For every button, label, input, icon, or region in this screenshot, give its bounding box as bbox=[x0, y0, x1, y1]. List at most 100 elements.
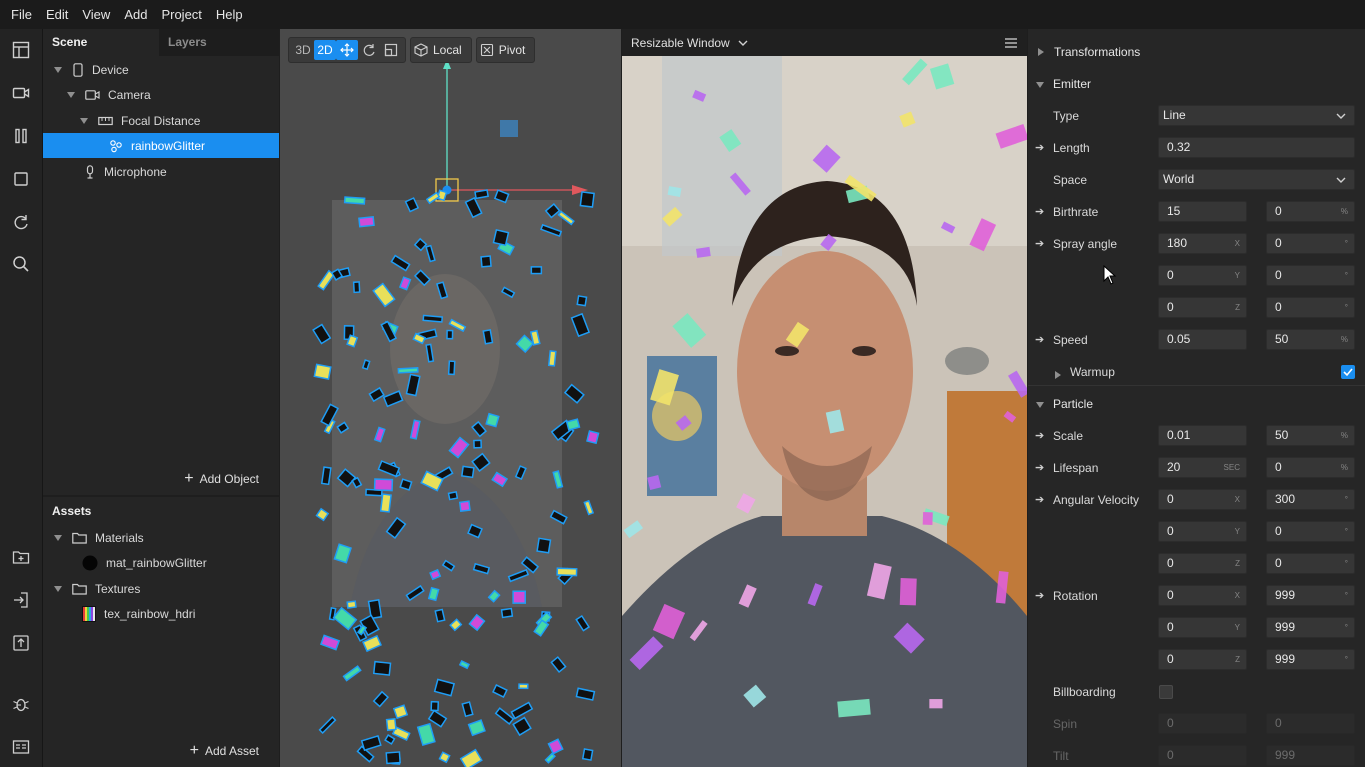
particle-shape bbox=[449, 618, 463, 632]
keyframe-arrow-icon[interactable]: ➔ bbox=[1035, 141, 1044, 154]
speed-input[interactable]: 0.05 bbox=[1158, 329, 1247, 350]
refresh-icon[interactable] bbox=[8, 209, 34, 235]
section-emitter[interactable]: Emitter bbox=[1028, 70, 1365, 98]
tree-item-camera[interactable]: Camera bbox=[43, 82, 279, 107]
expanded-triangle-icon[interactable] bbox=[1036, 77, 1044, 91]
layout-icon[interactable] bbox=[8, 37, 34, 63]
keyframe-arrow-icon[interactable]: ➔ bbox=[1035, 205, 1044, 218]
keyframe-arrow-icon[interactable]: ➔ bbox=[1035, 333, 1044, 346]
menu-project[interactable]: Project bbox=[154, 0, 208, 29]
expand-triangle-icon[interactable] bbox=[80, 117, 88, 124]
move-tool-icon[interactable] bbox=[336, 40, 358, 60]
type-dropdown[interactable]: Line bbox=[1158, 105, 1355, 126]
expanded-triangle-icon[interactable] bbox=[1036, 397, 1044, 411]
speed-variation-input[interactable]: 50% bbox=[1266, 329, 1355, 350]
search-icon[interactable] bbox=[8, 251, 34, 277]
menu-add[interactable]: Add bbox=[117, 0, 154, 29]
add-folder-icon[interactable] bbox=[8, 544, 34, 570]
section-transformations[interactable]: Transformations bbox=[1028, 38, 1365, 66]
3d-mode-button[interactable]: 3D bbox=[292, 40, 314, 60]
keyframe-arrow-icon[interactable]: ➔ bbox=[1035, 429, 1044, 442]
rotate-tool-icon[interactable] bbox=[358, 40, 380, 60]
keyframe-arrow-icon[interactable]: ➔ bbox=[1035, 461, 1044, 474]
angvel-y-input[interactable]: 0Y bbox=[1158, 521, 1247, 542]
menu-help[interactable]: Help bbox=[209, 0, 250, 29]
spin-variation-input[interactable]: 0 bbox=[1266, 713, 1355, 734]
warmup-checkbox[interactable] bbox=[1341, 365, 1355, 379]
pivot-toggle-button[interactable]: Pivot bbox=[475, 37, 536, 63]
rotation-z-input[interactable]: 0Z bbox=[1158, 649, 1247, 670]
scale-tool-icon[interactable] bbox=[380, 40, 402, 60]
length-input[interactable]: 0.32 bbox=[1158, 137, 1355, 158]
bug-icon[interactable] bbox=[8, 691, 34, 717]
scene-viewport[interactable]: 3D 2D Local Pivot bbox=[280, 29, 621, 767]
rotation-x-input[interactable]: 0X bbox=[1158, 585, 1247, 606]
angvel-x-variation-input[interactable]: 300 ° bbox=[1266, 489, 1355, 510]
lifespan-variation-input[interactable]: 0% bbox=[1266, 457, 1355, 478]
2d-mode-button[interactable]: 2D bbox=[314, 40, 336, 60]
asset-folder-materials[interactable]: Materials bbox=[43, 525, 279, 550]
angvel-x: 0 bbox=[1167, 492, 1174, 506]
expand-triangle-icon[interactable] bbox=[54, 534, 62, 541]
tilt-input[interactable]: 0 bbox=[1158, 745, 1247, 766]
angvel-y-variation-input[interactable]: 0 ° bbox=[1266, 521, 1355, 542]
tree-item-microphone[interactable]: Microphone bbox=[43, 159, 279, 184]
pause-icon[interactable] bbox=[8, 123, 34, 149]
spray-x-input[interactable]: 180 X bbox=[1158, 233, 1247, 254]
lifespan-value: 20 bbox=[1167, 460, 1181, 474]
console-icon[interactable] bbox=[8, 734, 34, 760]
scale-input[interactable]: 0.01 bbox=[1158, 425, 1247, 446]
add-asset-button[interactable]: + Add Asset bbox=[190, 743, 259, 759]
tree-item-rainbowglitter[interactable]: rainbowGlitter bbox=[43, 133, 279, 158]
collapsed-triangle-icon[interactable] bbox=[1055, 368, 1061, 382]
video-camera-icon[interactable] bbox=[8, 80, 34, 106]
angvel-z-variation-input[interactable]: 0 ° bbox=[1266, 553, 1355, 574]
billboarding-checkbox[interactable] bbox=[1159, 685, 1173, 699]
rotation-x-variation-input[interactable]: 999 ° bbox=[1266, 585, 1355, 606]
spray-x-variation-input[interactable]: 0 ° bbox=[1266, 233, 1355, 254]
preview-window-selector[interactable]: Resizable Window bbox=[631, 36, 730, 50]
menu-edit[interactable]: Edit bbox=[39, 0, 75, 29]
local-toggle-button[interactable]: Local bbox=[410, 37, 472, 63]
add-object-button[interactable]: + Add Object bbox=[184, 471, 259, 487]
spray-y-input[interactable]: 0Y bbox=[1158, 265, 1247, 286]
spin-input[interactable]: 0 bbox=[1158, 713, 1247, 734]
angvel-x-input[interactable]: 0X bbox=[1158, 489, 1247, 510]
asset-mat-rainbowglitter[interactable]: mat_rainbowGlitter bbox=[43, 550, 279, 575]
asset-folder-textures[interactable]: Textures bbox=[43, 576, 279, 601]
birthrate-input[interactable]: 15 bbox=[1158, 201, 1247, 222]
rotation-z-variation-input[interactable]: 999 ° bbox=[1266, 649, 1355, 670]
lifespan-input[interactable]: 20 SEC bbox=[1158, 457, 1247, 478]
rotation-y-variation-input[interactable]: 999 ° bbox=[1266, 617, 1355, 638]
collapsed-triangle-icon[interactable] bbox=[1038, 45, 1044, 59]
birthrate-variation-input[interactable]: 0% bbox=[1266, 201, 1355, 222]
spray-y-variation-input[interactable]: 0 ° bbox=[1266, 265, 1355, 286]
tilt-variation-input[interactable]: 999 bbox=[1266, 745, 1355, 766]
keyframe-arrow-icon[interactable]: ➔ bbox=[1035, 493, 1044, 506]
space-dropdown[interactable]: World bbox=[1158, 169, 1355, 190]
upload-icon[interactable] bbox=[8, 630, 34, 656]
expand-triangle-icon[interactable] bbox=[67, 91, 75, 98]
menu-view[interactable]: View bbox=[75, 0, 117, 29]
viewport-canvas[interactable] bbox=[280, 29, 621, 767]
tree-item-focal-distance[interactable]: Focal Distance bbox=[43, 108, 279, 133]
keyframe-arrow-icon[interactable]: ➔ bbox=[1035, 589, 1044, 602]
spray-z-input[interactable]: 0Z bbox=[1158, 297, 1247, 318]
rotation-y-input[interactable]: 0Y bbox=[1158, 617, 1247, 638]
expand-triangle-icon[interactable] bbox=[54, 585, 62, 592]
spray-z-variation-input[interactable]: 0 ° bbox=[1266, 297, 1355, 318]
hamburger-menu-icon[interactable] bbox=[1005, 37, 1017, 51]
chevron-down-icon[interactable] bbox=[738, 36, 748, 50]
expand-triangle-icon[interactable] bbox=[54, 66, 62, 73]
asset-tex-rainbow-hdri[interactable]: tex_rainbow_hdri bbox=[43, 601, 279, 626]
section-particle[interactable]: Particle bbox=[1028, 390, 1365, 418]
import-icon[interactable] bbox=[8, 587, 34, 613]
keyframe-arrow-icon[interactable]: ➔ bbox=[1035, 237, 1044, 250]
angvel-z-input[interactable]: 0Z bbox=[1158, 553, 1247, 574]
tab-scene[interactable]: Scene bbox=[43, 29, 159, 56]
scale-variation-input[interactable]: 50% bbox=[1266, 425, 1355, 446]
menu-file[interactable]: File bbox=[4, 0, 39, 29]
tree-item-device[interactable]: Device bbox=[43, 57, 279, 82]
tab-layers[interactable]: Layers bbox=[159, 29, 275, 56]
stop-icon[interactable] bbox=[8, 166, 34, 192]
